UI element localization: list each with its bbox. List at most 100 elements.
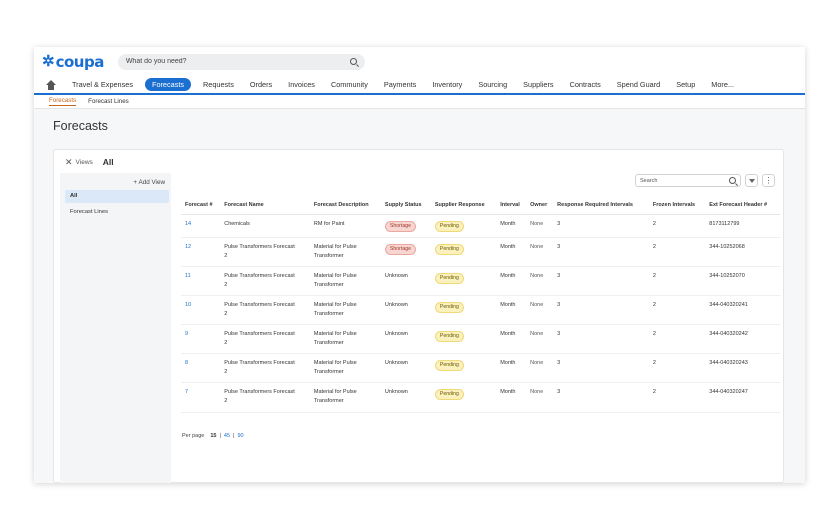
view-item[interactable]: All bbox=[65, 190, 169, 203]
supply-status-cell: Shortage bbox=[380, 237, 431, 267]
views-sidebar: + Add View All Forecast Lines bbox=[60, 173, 171, 483]
forecast-name-line: Pulse Transformers Forecast bbox=[224, 389, 295, 396]
interval-cell: Month bbox=[496, 237, 527, 267]
forecast-id-link[interactable]: 11 bbox=[181, 266, 221, 297]
pager: Per page 15 | 45 | 90 bbox=[182, 433, 247, 439]
forecast-name-line: Pulse Transformers Forecast bbox=[224, 272, 295, 279]
forecast-id-link[interactable]: 9 bbox=[181, 324, 221, 355]
response-required-intervals-cell: 3 bbox=[553, 295, 649, 326]
column-header[interactable]: Forecast # bbox=[181, 196, 221, 215]
nav-item-community[interactable]: Community bbox=[331, 80, 368, 89]
forecast-name-cell: Pulse Transformers Forecast 2 bbox=[220, 237, 310, 267]
top-bar: ✲ coupa bbox=[34, 47, 805, 76]
home-icon[interactable] bbox=[46, 79, 56, 90]
table-row[interactable]: 12 Pulse Transformers Forecast 2 Material f… bbox=[181, 237, 780, 267]
nav-item-suppliers[interactable]: Suppliers bbox=[523, 80, 553, 89]
column-header[interactable]: Supplier Response bbox=[430, 196, 497, 215]
filter-button[interactable] bbox=[745, 174, 758, 187]
forecast-description-line: RM for Paint bbox=[313, 221, 345, 227]
column-header[interactable]: Response Required Intervals bbox=[553, 196, 649, 215]
nav-item-invoices[interactable]: Invoices bbox=[288, 80, 315, 89]
forecast-name-line: Pulse Transformers Forecast bbox=[224, 360, 295, 367]
interval-cell: Month bbox=[496, 382, 527, 413]
owner-cell: None bbox=[526, 214, 554, 238]
close-views-icon[interactable]: ✕ bbox=[65, 157, 73, 167]
table-search-input[interactable] bbox=[640, 177, 720, 184]
column-header[interactable]: Ext Forecast Header # bbox=[705, 196, 780, 215]
table-row[interactable]: 7 Pulse Transformers Forecast 2 Material fo… bbox=[181, 382, 780, 413]
nav-item-requests[interactable]: Requests bbox=[203, 80, 234, 89]
forecast-description-cell: Material for Pulse Transformer bbox=[309, 382, 381, 413]
nav-item-more[interactable]: More... bbox=[711, 80, 734, 89]
page-title: Forecasts bbox=[53, 119, 108, 133]
response-required-intervals-cell: 3 bbox=[553, 214, 649, 238]
table-toolbar: ⋮ bbox=[635, 174, 775, 187]
table-search[interactable] bbox=[635, 174, 741, 187]
column-header[interactable]: Forecast Description bbox=[309, 196, 381, 215]
ext-forecast-header-cell: 344-10252068 bbox=[705, 237, 780, 267]
table-header-row: Forecast # Forecast Name Forecast Descript… bbox=[181, 196, 780, 215]
column-header[interactable]: Owner bbox=[526, 196, 554, 215]
supplier-response-badge: Pending bbox=[434, 243, 464, 255]
nav-item-inventory[interactable]: Inventory bbox=[432, 80, 462, 89]
column-header[interactable]: Interval bbox=[496, 196, 527, 215]
forecast-name-line: 2 bbox=[224, 369, 228, 376]
nav-item-sourcing[interactable]: Sourcing bbox=[478, 80, 507, 89]
supply-status-cell: Unknown bbox=[380, 382, 431, 413]
per-page-option[interactable]: 45 bbox=[224, 433, 230, 439]
filter-icon bbox=[748, 178, 755, 183]
column-header[interactable]: Forecast Name bbox=[220, 196, 310, 215]
forecasts-panel: ✕ Views All + Add View All Forecast Lines… bbox=[53, 149, 784, 483]
ext-forecast-header-cell: 344-040320242 bbox=[705, 324, 780, 355]
table-search-icon[interactable] bbox=[729, 177, 736, 184]
view-item[interactable]: Forecast Lines bbox=[65, 206, 169, 219]
frozen-intervals-cell: 2 bbox=[648, 382, 706, 413]
per-page-option: 15 bbox=[210, 433, 217, 439]
nav-item-travel-expenses[interactable]: Travel & Expenses bbox=[72, 80, 133, 89]
nav-item-orders[interactable]: Orders bbox=[250, 80, 272, 89]
nav-item-payments[interactable]: Payments bbox=[384, 80, 416, 89]
column-header[interactable]: Supply Status bbox=[380, 196, 431, 215]
forecast-name-cell: Pulse Transformers Forecast 2 bbox=[220, 382, 310, 413]
table-row[interactable]: 8 Pulse Transformers Forecast 2 Material fo… bbox=[181, 353, 780, 384]
subnav-forecasts[interactable]: Forecasts bbox=[49, 97, 77, 106]
response-required-intervals-cell: 3 bbox=[553, 324, 649, 355]
forecast-name-line: Pulse Transformers Forecast bbox=[224, 243, 295, 250]
owner-cell: None bbox=[526, 266, 554, 297]
forecast-id-link[interactable]: 14 bbox=[181, 214, 221, 238]
supply-status-cell: Unknown bbox=[380, 266, 431, 297]
response-required-intervals-cell: 3 bbox=[553, 382, 649, 413]
forecast-description-cell: Material for Pulse Transformer bbox=[309, 237, 381, 267]
subnav-forecast-lines[interactable]: Forecast Lines bbox=[88, 98, 129, 106]
add-view-button[interactable]: + Add View bbox=[133, 179, 165, 186]
forecast-description-cell: Material for Pulse Transformer bbox=[309, 353, 381, 384]
column-header[interactable]: Frozen Intervals bbox=[648, 196, 706, 215]
table-row[interactable]: 11 Pulse Transformers Forecast 2 Material f… bbox=[181, 266, 780, 297]
global-search[interactable] bbox=[117, 53, 365, 70]
forecast-id-link[interactable]: 12 bbox=[181, 237, 221, 267]
table-row[interactable]: 10 Pulse Transformers Forecast 2 Material f… bbox=[181, 295, 780, 326]
nav-item-contracts[interactable]: Contracts bbox=[570, 80, 601, 89]
nav-item-setup[interactable]: Setup bbox=[676, 80, 695, 89]
nav-item-spend-guard[interactable]: Spend Guard bbox=[617, 80, 660, 89]
table-row[interactable]: 14 Chemicals RM for Paint Shortage Pending Mo… bbox=[181, 214, 780, 238]
interval-cell: Month bbox=[496, 214, 527, 238]
search-icon[interactable] bbox=[349, 58, 357, 65]
forecast-description-line: Material for Pulse bbox=[313, 272, 357, 279]
table-row[interactable]: 9 Pulse Transformers Forecast 2 Material fo… bbox=[181, 324, 780, 355]
forecast-id-link[interactable]: 8 bbox=[181, 353, 221, 384]
frozen-intervals-cell: 2 bbox=[648, 295, 706, 326]
forecast-id-link[interactable]: 7 bbox=[181, 382, 221, 413]
forecast-id-link[interactable]: 10 bbox=[181, 295, 221, 326]
nav-item-forecasts[interactable]: Forecasts bbox=[144, 78, 192, 91]
supplier-response-cell: Pending bbox=[430, 353, 497, 384]
per-page-option[interactable]: 90 bbox=[237, 433, 243, 439]
coupa-logo[interactable]: ✲ coupa bbox=[42, 47, 104, 76]
more-options-button[interactable]: ⋮ bbox=[762, 174, 775, 187]
forecast-description-line: Transformer bbox=[313, 340, 344, 347]
supplier-response-badge: Pending bbox=[434, 360, 464, 371]
frozen-intervals-cell: 2 bbox=[648, 266, 706, 297]
ext-forecast-header-cell: 8173112799 bbox=[705, 214, 780, 238]
global-search-input[interactable] bbox=[125, 58, 326, 65]
supplier-response-cell: Pending bbox=[430, 382, 497, 413]
